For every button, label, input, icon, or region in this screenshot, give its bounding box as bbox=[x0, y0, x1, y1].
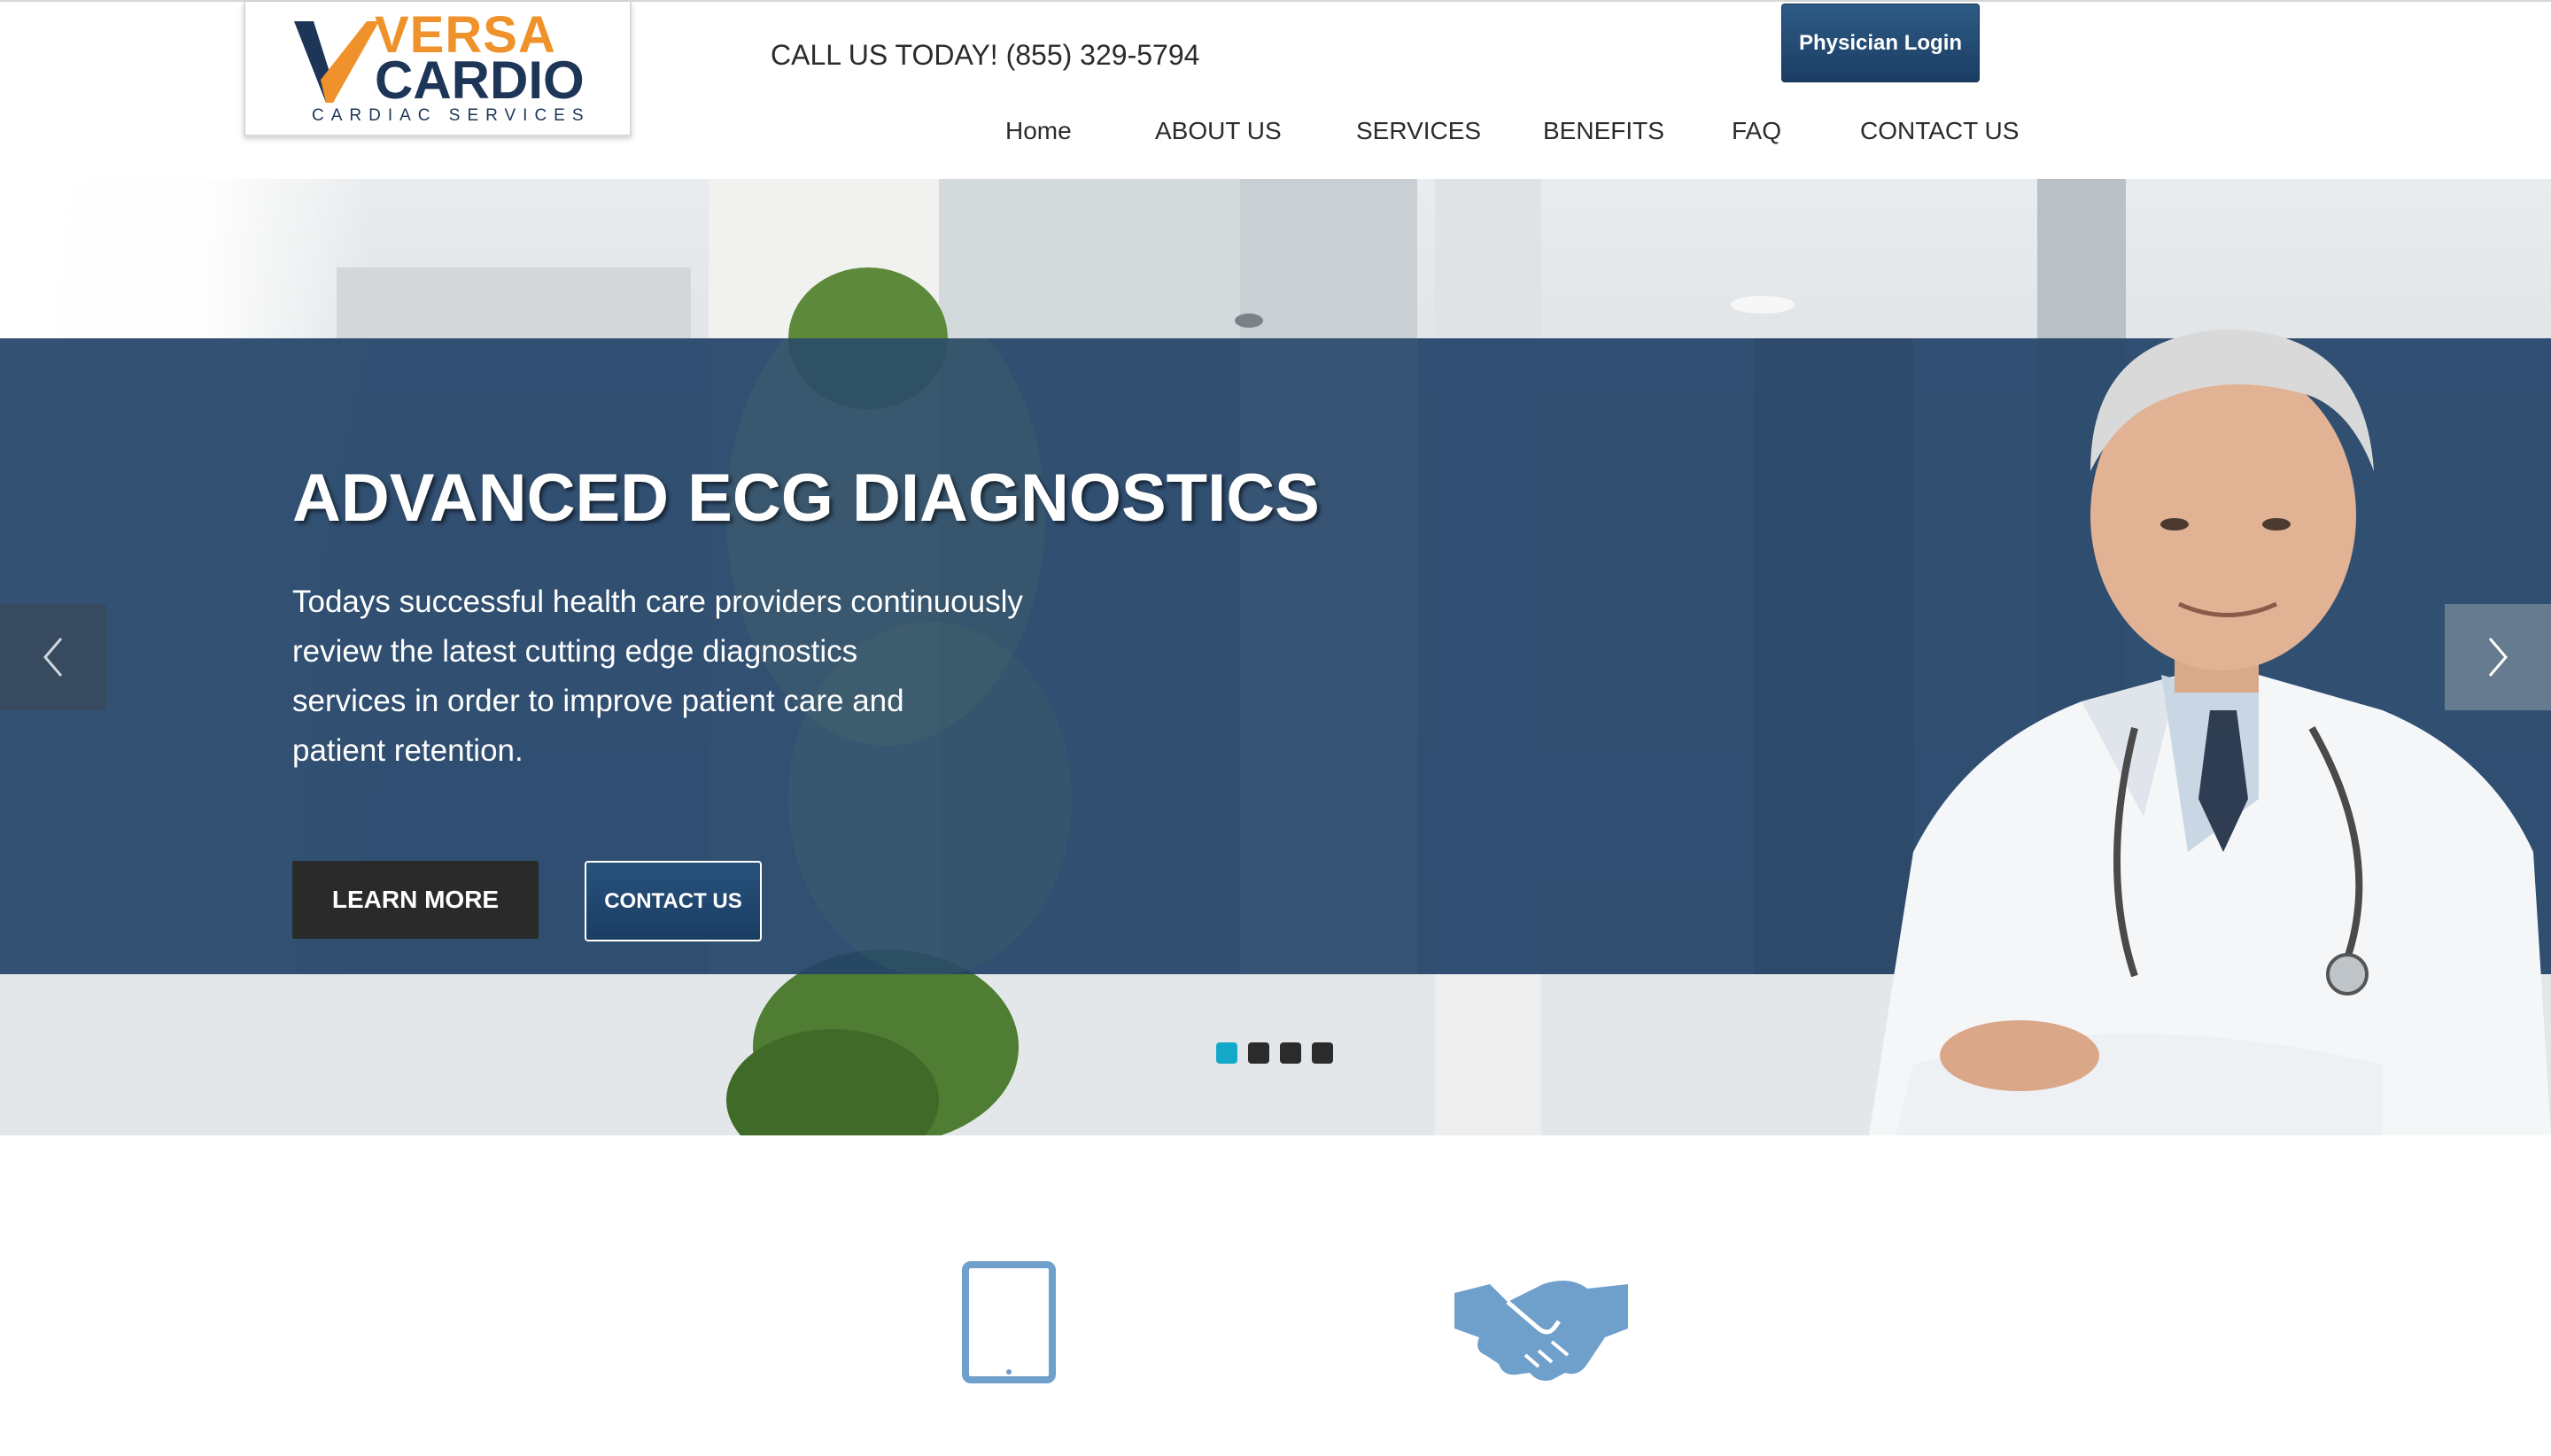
learn-more-button[interactable]: LEARN MORE bbox=[292, 861, 539, 939]
chevron-right-icon bbox=[2488, 638, 2508, 677]
logo-text-cardio: CARDIO bbox=[375, 50, 585, 110]
hero-description-line: patient retention. bbox=[292, 733, 523, 768]
nav-home[interactable]: Home bbox=[1005, 115, 1072, 147]
doctor-photo bbox=[1869, 329, 2551, 1135]
call-us-text: CALL US TODAY! (855) 329-5794 bbox=[771, 39, 1200, 71]
hero-description-line: Todays successful health care providers … bbox=[292, 585, 1023, 619]
nav-faq[interactable]: FAQ bbox=[1732, 115, 1781, 147]
logo-tagline: CARDIAC SERVICES bbox=[312, 106, 591, 125]
hero-description: Todays successful health care providers … bbox=[292, 577, 1054, 776]
slider-pagination bbox=[1216, 1042, 1333, 1064]
chevron-left-icon bbox=[43, 638, 63, 677]
hero-description-line: services in order to improve patient car… bbox=[292, 684, 904, 718]
hero-description-line: review the latest cutting edge diagnosti… bbox=[292, 634, 858, 669]
hero-title: ADVANCED ECG DIAGNOSTICS bbox=[292, 461, 1320, 536]
slider-dot-4[interactable] bbox=[1312, 1042, 1333, 1064]
slider-dot-3[interactable] bbox=[1280, 1042, 1301, 1064]
slider-prev-button[interactable] bbox=[0, 604, 106, 710]
hero-contact-us-button[interactable]: CONTACT US bbox=[585, 861, 762, 941]
tablet-icon bbox=[962, 1261, 1056, 1383]
hero-slider: ADVANCED ECG DIAGNOSTICS Todays successf… bbox=[0, 179, 2551, 1135]
logo-v-mark-icon bbox=[294, 21, 379, 103]
nav-benefits[interactable]: BENEFITS bbox=[1543, 115, 1664, 147]
site-header: VERSA CARDIO CARDIAC SERVICES CALL US TO… bbox=[0, 0, 2551, 177]
nav-about-us[interactable]: ABOUT US bbox=[1155, 115, 1282, 147]
physician-login-button[interactable]: Physician Login bbox=[1781, 4, 1980, 82]
logo[interactable]: VERSA CARDIO CARDIAC SERVICES bbox=[244, 2, 632, 136]
slider-dot-1[interactable] bbox=[1216, 1042, 1237, 1064]
nav-services[interactable]: SERVICES bbox=[1356, 115, 1481, 147]
slider-dot-2[interactable] bbox=[1248, 1042, 1269, 1064]
nav-contact-us[interactable]: CONTACT US bbox=[1860, 115, 2019, 147]
handshake-icon bbox=[1454, 1281, 1628, 1381]
slider-next-button[interactable] bbox=[2445, 604, 2551, 710]
